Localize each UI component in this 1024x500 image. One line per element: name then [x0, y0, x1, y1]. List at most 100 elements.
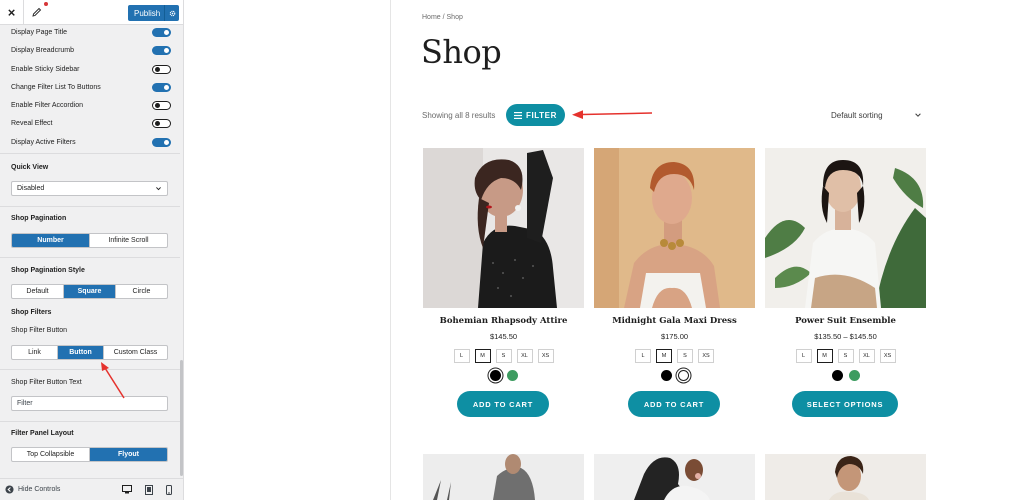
- filter-button-option-link[interactable]: Link: [12, 346, 58, 359]
- toggle-label: Display Page Title: [11, 28, 68, 36]
- size-option[interactable]: XS: [879, 349, 896, 363]
- filter-panel-option-top[interactable]: Top Collapsible: [12, 448, 90, 461]
- customizer-app: × Publish Display Page Title Display Bre…: [0, 0, 1024, 500]
- filter-button-control: Link Button Custom Class: [11, 345, 168, 360]
- page-title: Shop: [421, 33, 502, 71]
- device-switcher: [110, 484, 172, 495]
- divider: [0, 369, 180, 370]
- customizer-panel: Display Page Title Display Breadcrumb En…: [0, 25, 180, 477]
- tablet-icon[interactable]: [145, 484, 153, 495]
- pagination-title: Shop Pagination: [11, 215, 67, 222]
- toggle-switch[interactable]: [152, 45, 171, 55]
- size-option[interactable]: L: [635, 349, 651, 363]
- customizer-sidebar: × Publish Display Page Title Display Bre…: [0, 0, 184, 500]
- divider: [0, 257, 180, 258]
- pagination-option-infinite[interactable]: Infinite Scroll: [90, 234, 167, 247]
- select-options-button[interactable]: SELECT OPTIONS: [792, 391, 898, 417]
- size-option[interactable]: L: [795, 349, 812, 363]
- filter-button[interactable]: FILTER: [506, 104, 565, 126]
- results-count: Showing all 8 results: [422, 111, 496, 120]
- sorting-select[interactable]: Default sorting: [831, 111, 883, 120]
- product-name[interactable]: Bohemian Rhapsody Attire: [423, 316, 584, 326]
- pagination-style-control: Default Square Circle: [11, 284, 168, 299]
- divider: [0, 206, 180, 207]
- toggle-filter-accordion[interactable]: Enable Filter Accordion: [11, 98, 171, 112]
- product-image[interactable]: [765, 148, 926, 308]
- product-image[interactable]: [594, 148, 755, 308]
- color-swatch-green[interactable]: [848, 370, 860, 381]
- size-option[interactable]: XS: [698, 349, 714, 363]
- mobile-icon[interactable]: [166, 484, 172, 495]
- content-border: [390, 0, 391, 500]
- size-option[interactable]: XL: [516, 349, 533, 363]
- add-to-cart-button[interactable]: ADD TO CART: [628, 391, 720, 417]
- toggle-display-breadcrumb[interactable]: Display Breadcrumb: [11, 43, 171, 57]
- color-swatch-black[interactable]: [831, 370, 843, 381]
- close-button[interactable]: ×: [0, 0, 24, 25]
- product-image[interactable]: [423, 454, 584, 500]
- toggle-switch[interactable]: [152, 64, 171, 74]
- toggle-label: Enable Sticky Sidebar: [11, 65, 80, 73]
- filter-button-label: Shop Filter Button: [11, 327, 68, 334]
- pagination-option-number[interactable]: Number: [12, 234, 90, 247]
- add-to-cart-button[interactable]: ADD TO CART: [457, 391, 549, 417]
- gear-icon[interactable]: [164, 5, 179, 21]
- toggle-switch[interactable]: [152, 100, 171, 110]
- product-image[interactable]: [423, 148, 584, 308]
- quick-view-value: Disabled: [17, 185, 45, 192]
- size-option[interactable]: L: [453, 349, 470, 363]
- size-option[interactable]: M: [816, 349, 833, 363]
- product-name[interactable]: Power Suit Ensemble: [765, 316, 926, 326]
- unsaved-dot: [44, 2, 48, 6]
- toggle-reveal-effect[interactable]: Reveal Effect: [11, 116, 171, 130]
- pagination-style-default[interactable]: Default: [12, 285, 64, 298]
- toggle-label: Change Filter List To Buttons: [11, 83, 101, 91]
- size-options: L M S XL XS: [765, 349, 926, 363]
- pagination-control: Number Infinite Scroll: [11, 233, 168, 248]
- size-option[interactable]: S: [837, 349, 854, 363]
- color-swatch-green[interactable]: [506, 370, 518, 381]
- hide-controls-label: Hide Controls: [18, 486, 61, 493]
- pagination-style-circle[interactable]: Circle: [116, 285, 167, 298]
- chevron-down-icon[interactable]: [914, 111, 922, 119]
- breadcrumb[interactable]: Home / Shop: [422, 14, 463, 21]
- product-image[interactable]: [594, 454, 755, 500]
- filter-button-text-input[interactable]: Filter: [11, 396, 168, 411]
- toggle-display-page-title[interactable]: Display Page Title: [11, 25, 171, 39]
- toggle-switch[interactable]: [152, 82, 171, 92]
- color-swatches: [765, 370, 926, 381]
- size-option[interactable]: M: [474, 349, 491, 363]
- quick-view-title: Quick View: [11, 164, 49, 171]
- filter-panel-option-flyout[interactable]: Flyout: [90, 448, 167, 461]
- sidebar-scrollbar[interactable]: [180, 360, 183, 476]
- quick-view-select[interactable]: Disabled: [11, 181, 168, 196]
- product-price: $175.00: [660, 332, 689, 341]
- publish-button[interactable]: Publish: [128, 5, 179, 21]
- toggle-label: Display Breadcrumb: [11, 46, 75, 54]
- customizer-topbar: × Publish: [0, 0, 183, 25]
- filter-button-option-button[interactable]: Button: [58, 346, 104, 359]
- toggle-switch[interactable]: [152, 118, 171, 128]
- toggle-sticky-sidebar[interactable]: Enable Sticky Sidebar: [11, 62, 171, 76]
- filter-button-option-custom[interactable]: Custom Class: [104, 346, 167, 359]
- product-image[interactable]: [765, 454, 926, 500]
- size-option[interactable]: S: [495, 349, 512, 363]
- toggle-switch[interactable]: [152, 27, 171, 37]
- product-name[interactable]: Midnight Gala Maxi Dress: [594, 316, 755, 326]
- toggle-switch[interactable]: [152, 137, 171, 147]
- color-swatch-black[interactable]: [660, 370, 672, 381]
- size-option[interactable]: M: [656, 349, 672, 363]
- site-preview: Home / Shop Shop Showing all 8 results F…: [184, 0, 1024, 500]
- pagination-style-square[interactable]: Square: [64, 285, 116, 298]
- desktop-icon[interactable]: [122, 484, 132, 494]
- color-swatch-black[interactable]: [489, 370, 501, 381]
- size-option[interactable]: XL: [858, 349, 875, 363]
- filter-button-text-label: Shop Filter Button Text: [11, 379, 82, 386]
- size-option[interactable]: XS: [537, 349, 554, 363]
- toggle-filter-list-buttons[interactable]: Change Filter List To Buttons: [11, 80, 171, 94]
- hide-controls-button[interactable]: Hide Controls: [0, 485, 110, 494]
- color-swatch-white[interactable]: [677, 370, 689, 381]
- toggle-label: Display Active Filters: [11, 138, 76, 146]
- size-option[interactable]: S: [677, 349, 693, 363]
- toggle-active-filters[interactable]: Display Active Filters: [11, 135, 171, 149]
